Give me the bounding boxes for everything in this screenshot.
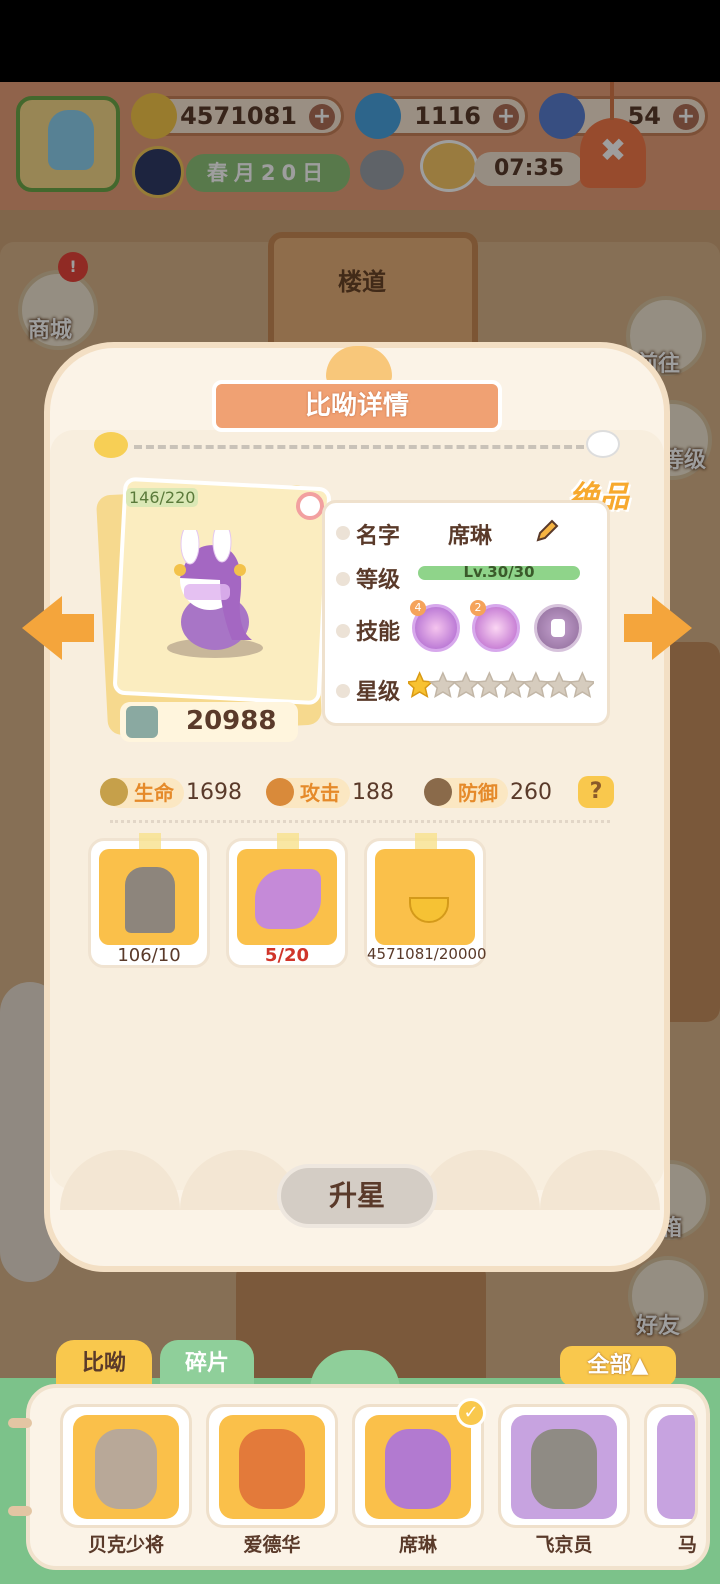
skill-label: 技能 bbox=[356, 620, 401, 645]
filter-dropdown[interactable]: 全部▲ bbox=[560, 1346, 676, 1386]
star-empty-icon bbox=[545, 671, 574, 699]
power-value: 20988 bbox=[186, 706, 277, 736]
prev-arrow-icon[interactable] bbox=[22, 596, 62, 660]
tape-decor bbox=[415, 833, 437, 849]
pilot-portrait-icon bbox=[531, 1429, 597, 1509]
banana-icon bbox=[409, 897, 449, 923]
level-label: 等级 bbox=[356, 568, 401, 593]
statue-icon bbox=[125, 867, 175, 933]
star-empty-icon bbox=[428, 671, 457, 699]
hp-icon bbox=[100, 778, 128, 806]
locked-skill-icon[interactable] bbox=[534, 604, 582, 652]
card-counter: 146/220 bbox=[126, 488, 199, 507]
tab-shards[interactable]: 碎片 bbox=[160, 1340, 254, 1388]
hero-portrait-bg bbox=[511, 1415, 617, 1519]
defense-icon bbox=[424, 778, 452, 806]
attack-stat-label: 攻击 bbox=[300, 781, 340, 805]
help-button[interactable]: ? bbox=[578, 776, 614, 808]
hero-portrait-bg bbox=[219, 1415, 325, 1519]
material-slot-banana[interactable]: 4571081/20000 bbox=[364, 833, 487, 968]
hero-portrait-bg bbox=[365, 1415, 471, 1519]
character-name: 席琳 bbox=[448, 524, 493, 549]
defense-stat-label: 防御 bbox=[458, 781, 498, 805]
chick-icon bbox=[94, 432, 128, 458]
star-empty-icon bbox=[498, 671, 527, 699]
paw-icon bbox=[336, 526, 350, 540]
hero-name: 飞京员 bbox=[535, 1534, 593, 1556]
edit-pencil-icon[interactable] bbox=[532, 516, 562, 546]
defense-value: 260 bbox=[510, 780, 552, 805]
hero-portrait-bg bbox=[73, 1415, 179, 1519]
status-bar-area bbox=[0, 0, 720, 82]
ribbon-medal-icon bbox=[296, 492, 324, 520]
star-rating bbox=[408, 671, 594, 699]
shard-icon bbox=[255, 869, 321, 929]
star-up-button[interactable]: 升星 bbox=[277, 1164, 437, 1228]
material-count: 5/20 bbox=[264, 945, 310, 966]
roster-card[interactable] bbox=[60, 1404, 192, 1528]
paw-icon bbox=[336, 572, 350, 586]
selected-check-icon: ✓ bbox=[456, 1398, 486, 1428]
crossed-swords-icon bbox=[126, 706, 158, 738]
star-filled-icon bbox=[408, 671, 434, 699]
material-slot-shard[interactable]: 5/20 bbox=[226, 833, 348, 968]
tab-pets[interactable]: 比呦 bbox=[56, 1340, 152, 1388]
celine-character-icon bbox=[167, 530, 263, 658]
star-empty-icon bbox=[475, 671, 504, 699]
material-count: 4571081/20000 bbox=[367, 945, 487, 963]
ghost-icon bbox=[586, 430, 620, 458]
stats-divider bbox=[110, 820, 610, 823]
attack-icon bbox=[266, 778, 294, 806]
fox-portrait-icon bbox=[239, 1429, 305, 1509]
prev-arrow-stem[interactable] bbox=[58, 614, 94, 642]
clip-decor bbox=[8, 1506, 32, 1516]
lock-icon bbox=[551, 619, 565, 637]
material-slot-statue[interactable]: 106/10 bbox=[88, 833, 210, 968]
next-arrow-icon[interactable] bbox=[652, 596, 692, 660]
skill-level-badge: 2 bbox=[470, 600, 486, 616]
star-label: 星级 bbox=[356, 680, 401, 705]
hp-stat-label: 生命 bbox=[134, 781, 174, 805]
star-empty-icon bbox=[568, 671, 594, 699]
roster-card[interactable] bbox=[206, 1404, 338, 1528]
material-count: 106/10 bbox=[117, 945, 181, 966]
general-portrait-icon bbox=[95, 1429, 157, 1509]
tape-decor bbox=[277, 833, 299, 849]
name-label: 名字 bbox=[356, 524, 401, 549]
roster-card-partial[interactable] bbox=[644, 1404, 698, 1528]
material-bg bbox=[99, 849, 199, 945]
attack-value: 188 bbox=[352, 780, 394, 805]
skill-level-badge: 4 bbox=[410, 600, 426, 616]
star-empty-icon bbox=[521, 671, 550, 699]
tape-decor bbox=[139, 833, 161, 849]
paw-icon bbox=[336, 624, 350, 638]
title-divider bbox=[134, 445, 584, 449]
hero-name: 贝克少将 bbox=[87, 1534, 164, 1556]
hero-name: 马 bbox=[678, 1534, 698, 1556]
title-ribbon: 比呦详情 bbox=[212, 380, 502, 432]
material-bg bbox=[375, 849, 475, 945]
hp-value: 1698 bbox=[186, 780, 242, 805]
hero-name: 爱德华 bbox=[243, 1534, 301, 1556]
panel-title: 比呦详情 bbox=[304, 391, 409, 421]
star-empty-icon bbox=[452, 671, 481, 699]
hero-portrait-bg bbox=[657, 1415, 695, 1519]
paw-icon bbox=[336, 684, 350, 698]
roster-card[interactable] bbox=[498, 1404, 630, 1528]
level-text: Lv.30/30 bbox=[463, 563, 535, 581]
hero-name: 席琳 bbox=[398, 1534, 437, 1556]
material-bg bbox=[237, 849, 337, 945]
clip-decor bbox=[8, 1418, 32, 1428]
celine-portrait-icon bbox=[385, 1429, 451, 1509]
